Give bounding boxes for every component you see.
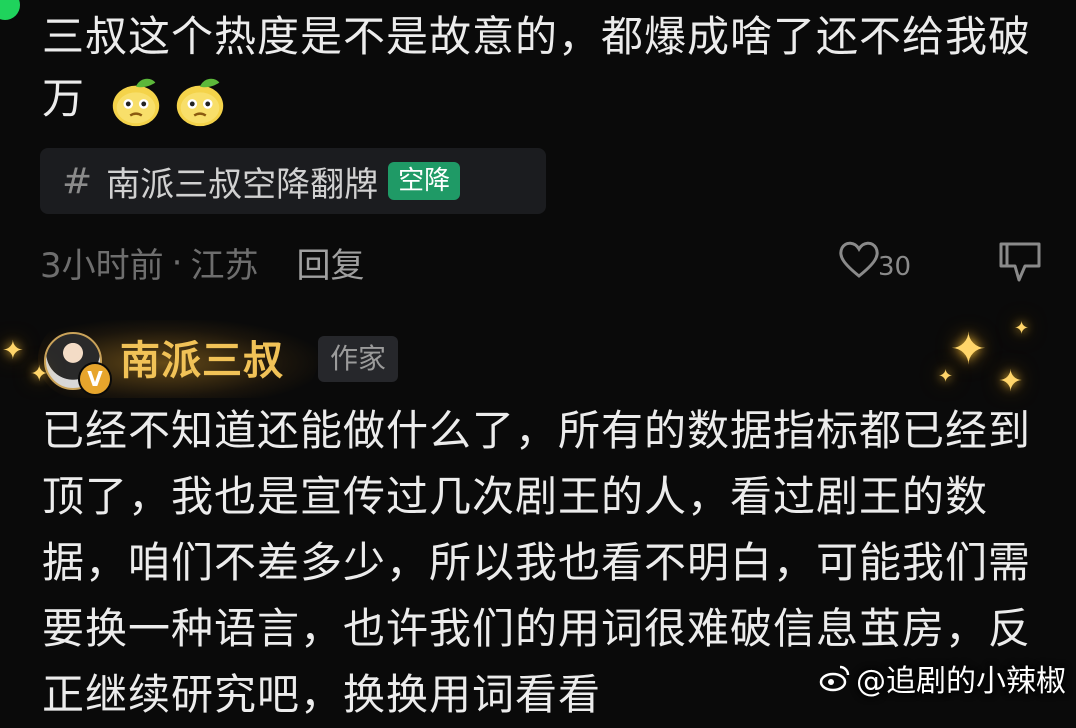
weibo-icon (819, 665, 850, 692)
verified-icon: V (78, 362, 112, 396)
comment-meta: 3小时前 · 江苏 回复 (40, 238, 364, 287)
author-tag: 作家 (318, 336, 399, 382)
meta-separator: · (171, 242, 183, 283)
sparkle-icon: ✦ (998, 364, 1024, 399)
like-button[interactable]: 30 (834, 234, 911, 284)
hash-icon: # (62, 160, 93, 202)
sparkle-icon: ✦ (30, 362, 49, 387)
topic-tag[interactable]: # 南派三叔空降翻牌 空降 (40, 148, 546, 214)
sparkle-icon: ✦ (2, 336, 24, 366)
dislike-icon (999, 242, 1041, 282)
topic-badge: 空降 (388, 162, 461, 200)
dislike-button[interactable] (995, 236, 1045, 290)
online-status-dot (0, 0, 20, 20)
sparkle-icon: ✦ (1014, 318, 1030, 339)
lemon-emoji-icon (177, 78, 224, 126)
like-count: 30 (878, 252, 912, 282)
comment-time: 3小时前 (40, 246, 164, 286)
comment-body: 三叔这个热度是不是故意的，都爆成啥了还不给我破万 (42, 6, 1042, 131)
sparkle-icon: ✦ (938, 366, 954, 387)
author-name[interactable]: 南派三叔 (120, 328, 284, 386)
watermark-text: @追剧的小辣椒 (856, 664, 1066, 699)
emoji-group (107, 73, 229, 131)
reply-button[interactable]: 回复 (296, 238, 364, 287)
sparkle-icon: ✦ (950, 324, 987, 375)
topic-label: 南派三叔空降翻牌 (106, 164, 379, 205)
lemon-emoji-icon (113, 78, 160, 126)
watermark: @追剧的小辣椒 (818, 656, 1066, 700)
top-comment: 三叔这个热度是不是故意的，都爆成啥了还不给我破万 # 南派三叔空降翻牌 空降 3… (0, 0, 1076, 300)
reply-header: V 南派三叔 作家 ✦ ✦ ✦ ✦ ✦ ✦ (0, 316, 1076, 399)
comment-location: 江苏 (190, 246, 259, 286)
heart-icon (839, 241, 879, 278)
